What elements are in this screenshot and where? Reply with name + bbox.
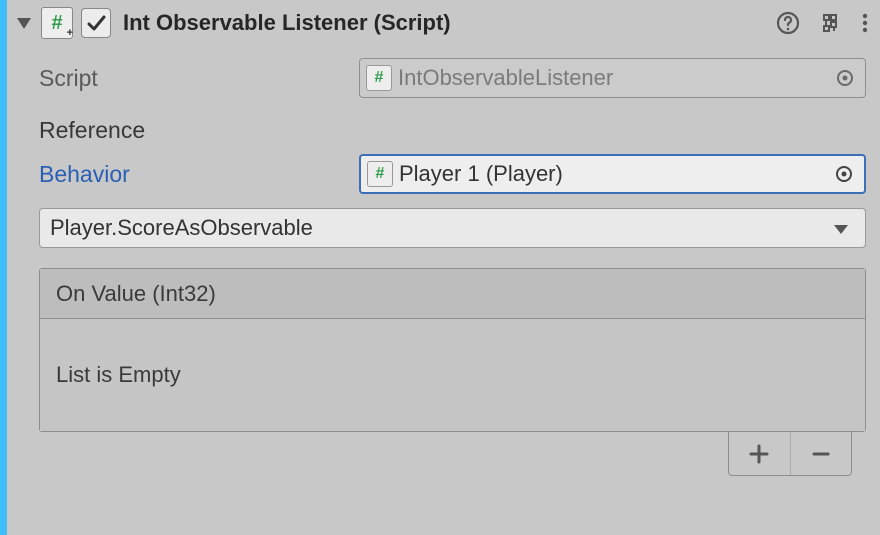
foldout-icon[interactable] (15, 14, 33, 32)
observable-dropdown[interactable]: Player.ScoreAsObservable (39, 208, 866, 248)
reference-row: Reference (39, 108, 866, 152)
object-picker-icon[interactable] (835, 68, 855, 88)
event-empty-text: List is Empty (40, 319, 865, 431)
script-icon: # (367, 161, 393, 187)
prefab-override-strip (0, 0, 7, 535)
object-picker-icon[interactable] (834, 164, 854, 184)
header-icon-group (776, 11, 870, 35)
behavior-row: Behavior # Player 1 (Player) (39, 152, 866, 196)
enable-checkbox[interactable] (81, 8, 111, 38)
event-block: On Value (Int32) List is Empty (39, 268, 866, 432)
behavior-field[interactable]: # Player 1 (Player) (359, 154, 866, 194)
hash-icon: # (376, 166, 385, 182)
script-icon: # (366, 65, 392, 91)
event-footer-buttons (728, 432, 852, 476)
script-asset-icon: # + (41, 7, 73, 39)
component-content: # + Int Observable Listener (Script) (7, 0, 880, 535)
script-row: Script # IntObservableListener (39, 56, 866, 100)
plus-badge-icon: + (67, 28, 73, 39)
help-icon[interactable] (776, 11, 800, 35)
component-body: Script # IntObservableListener Reference (7, 46, 880, 476)
presets-icon[interactable] (818, 11, 842, 35)
script-label: Script (39, 65, 359, 92)
script-field[interactable]: # IntObservableListener (359, 58, 866, 98)
reference-label: Reference (39, 117, 359, 144)
component-title: Int Observable Listener (Script) (123, 10, 768, 36)
behavior-value: Player 1 (Player) (399, 161, 563, 187)
dropdown-row: Player.ScoreAsObservable (39, 208, 866, 248)
inspector-component: # + Int Observable Listener (Script) (0, 0, 880, 535)
event-header: On Value (Int32) (40, 269, 865, 319)
behavior-label[interactable]: Behavior (39, 161, 359, 188)
chevron-down-icon (833, 215, 849, 241)
add-event-button[interactable] (729, 432, 790, 475)
event-footer (39, 432, 852, 476)
script-value: IntObservableListener (398, 65, 613, 91)
hash-icon: # (51, 13, 62, 33)
component-header[interactable]: # + Int Observable Listener (Script) (7, 0, 880, 46)
hash-icon: # (375, 70, 384, 86)
remove-event-button[interactable] (790, 432, 852, 475)
kebab-menu-icon[interactable] (860, 11, 870, 35)
dropdown-value: Player.ScoreAsObservable (50, 215, 313, 241)
